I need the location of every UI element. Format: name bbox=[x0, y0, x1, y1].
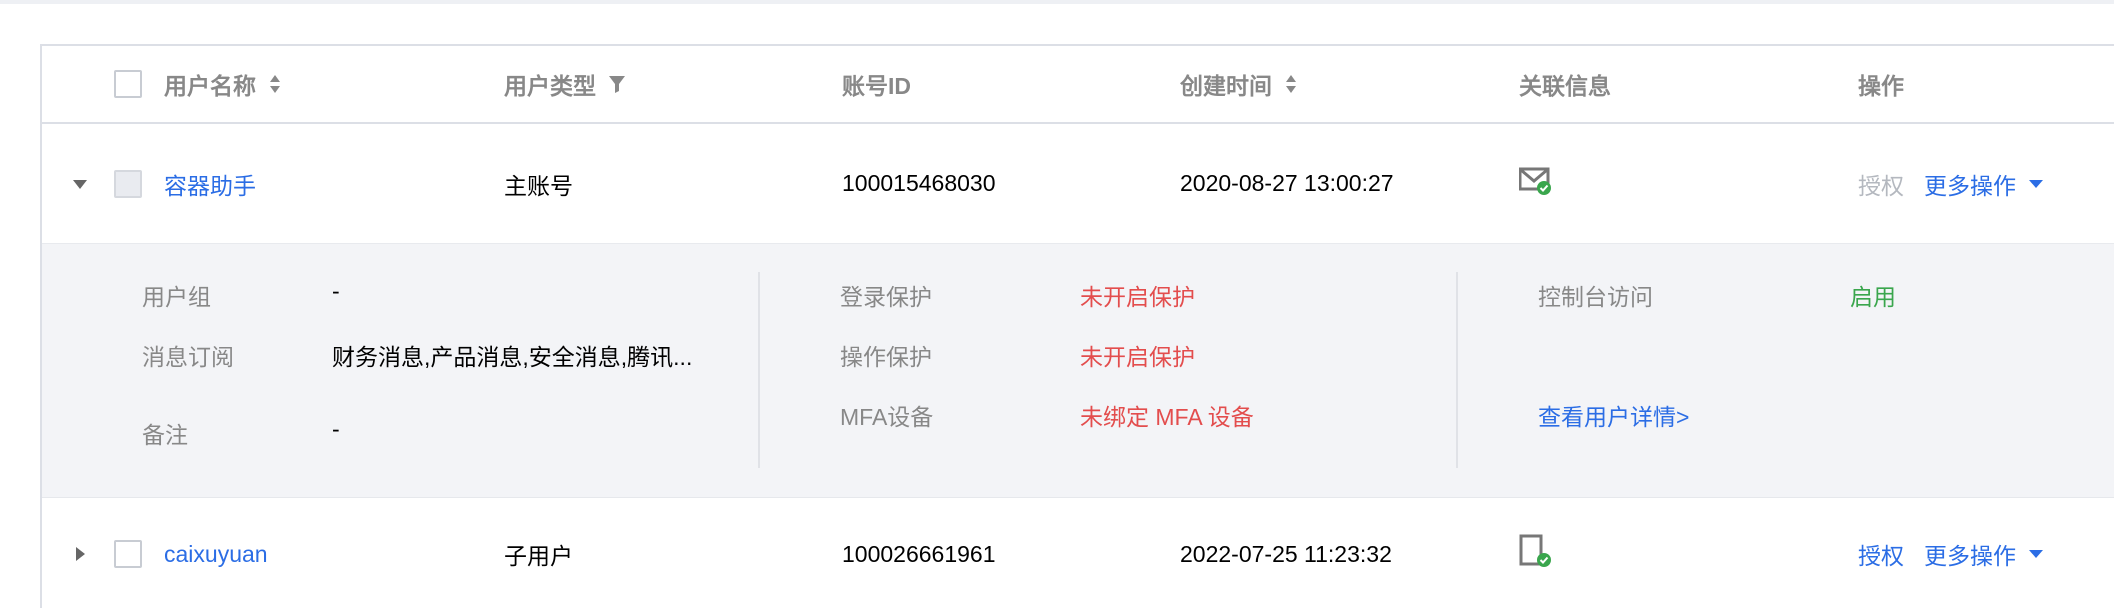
login-protect-label: 登录保护 bbox=[840, 284, 932, 310]
select-all-checkbox[interactable] bbox=[114, 70, 142, 98]
expand-row-toggle[interactable] bbox=[68, 542, 92, 566]
email-verified-icon bbox=[1518, 166, 1553, 202]
column-actions-label: 操作 bbox=[1858, 73, 1904, 99]
subscription-label: 消息订阅 bbox=[142, 344, 234, 370]
filter-icon[interactable] bbox=[608, 74, 626, 94]
remark-value: - bbox=[332, 416, 340, 442]
login-protect-value: 未开启保护 bbox=[1080, 284, 1195, 310]
mfa-value: 未绑定 MFA 设备 bbox=[1080, 404, 1254, 430]
view-user-details-link[interactable]: 查看用户详情> bbox=[1538, 398, 1689, 432]
row-checkbox[interactable] bbox=[114, 540, 142, 568]
column-user-type-label: 用户类型 bbox=[504, 73, 596, 99]
chevron-down-icon bbox=[73, 180, 87, 189]
chevron-right-icon bbox=[76, 547, 85, 561]
column-username[interactable]: 用户名称 bbox=[164, 46, 282, 122]
user-group-label: 用户组 bbox=[142, 284, 211, 310]
created-at-value: 2020-08-27 13:00:27 bbox=[1180, 170, 1394, 196]
column-account-id-label: 账号ID bbox=[842, 73, 911, 99]
column-created-at-label: 创建时间 bbox=[1180, 73, 1272, 99]
row-detail-panel: 用户组 - 消息订阅 财务消息,产品消息,安全消息,腾讯... 备注 - 登录保… bbox=[42, 244, 2114, 498]
collapse-row-toggle[interactable] bbox=[68, 172, 92, 196]
column-user-type[interactable]: 用户类型 bbox=[504, 46, 626, 122]
more-actions-label: 更多操作 bbox=[1924, 172, 2016, 199]
more-actions-dropdown[interactable]: 更多操作 bbox=[1924, 537, 2044, 571]
created-at-value: 2022-07-25 11:23:32 bbox=[1180, 540, 1392, 567]
authorize-button[interactable]: 授权 bbox=[1858, 167, 1904, 201]
user-type-value: 子用户 bbox=[504, 543, 573, 569]
user-table: 用户名称 用户类型 账号ID 创建时间 关联信息 操作 容器助手 主账号 100… bbox=[40, 44, 2114, 608]
username-link[interactable]: 容器助手 bbox=[164, 167, 256, 201]
username-link[interactable]: caixuyuan bbox=[164, 541, 268, 568]
phone-verified-icon bbox=[1519, 534, 1553, 574]
column-linked-info: 关联信息 bbox=[1519, 46, 1611, 122]
table-row: caixuyuan 子用户 100026661961 2022-07-25 11… bbox=[42, 498, 2114, 610]
column-linked-info-label: 关联信息 bbox=[1519, 73, 1611, 99]
sort-icon[interactable] bbox=[268, 73, 282, 95]
detail-divider bbox=[1456, 272, 1458, 468]
table-row: 容器助手 主账号 100015468030 2020-08-27 13:00:2… bbox=[42, 124, 2114, 244]
subscription-value: 财务消息,产品消息,安全消息,腾讯... bbox=[332, 344, 693, 370]
caret-down-icon bbox=[2028, 179, 2044, 189]
caret-down-icon bbox=[2028, 549, 2044, 559]
column-created-at[interactable]: 创建时间 bbox=[1180, 46, 1298, 122]
column-username-label: 用户名称 bbox=[164, 73, 256, 99]
op-protect-value: 未开启保护 bbox=[1080, 344, 1195, 370]
mfa-label: MFA设备 bbox=[840, 404, 934, 430]
console-access-value: 启用 bbox=[1850, 284, 1896, 310]
account-id-value: 100015468030 bbox=[842, 170, 996, 196]
table-header: 用户名称 用户类型 账号ID 创建时间 关联信息 操作 bbox=[42, 46, 2114, 124]
row-checkbox[interactable] bbox=[114, 170, 142, 198]
column-actions: 操作 bbox=[1858, 46, 1904, 122]
user-group-value: - bbox=[332, 278, 340, 304]
more-actions-dropdown[interactable]: 更多操作 bbox=[1924, 167, 2044, 201]
column-account-id: 账号ID bbox=[842, 46, 911, 122]
top-divider bbox=[0, 0, 2114, 4]
more-actions-label: 更多操作 bbox=[1924, 543, 2016, 569]
op-protect-label: 操作保护 bbox=[840, 344, 932, 370]
account-id-value: 100026661961 bbox=[842, 540, 996, 567]
sort-icon[interactable] bbox=[1284, 73, 1298, 95]
user-type-value: 主账号 bbox=[504, 172, 573, 199]
detail-divider bbox=[758, 272, 760, 468]
remark-label: 备注 bbox=[142, 422, 188, 448]
authorize-button[interactable]: 授权 bbox=[1858, 537, 1904, 571]
console-access-label: 控制台访问 bbox=[1538, 284, 1653, 310]
